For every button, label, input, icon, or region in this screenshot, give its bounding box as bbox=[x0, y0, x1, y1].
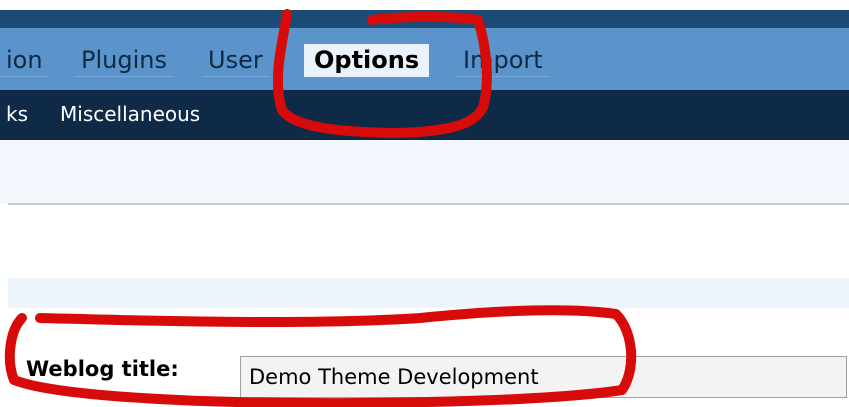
page-header-band bbox=[0, 140, 849, 204]
secondary-nav: ks Miscellaneous bbox=[0, 90, 849, 140]
tab-import[interactable]: Import bbox=[457, 44, 549, 77]
tab-users[interactable]: User bbox=[202, 44, 269, 77]
tab-presentation[interactable]: ion bbox=[0, 44, 49, 77]
tab-options[interactable]: Options bbox=[304, 44, 430, 77]
weblog-title-label: Weblog title: bbox=[26, 357, 179, 381]
tab-plugins[interactable]: Plugins bbox=[75, 44, 173, 77]
divider bbox=[8, 203, 849, 205]
subnav-item-permalinks[interactable]: ks bbox=[6, 100, 28, 128]
admin-page: ion Plugins User Options Import ks Misce… bbox=[0, 0, 849, 407]
subnav-item-miscellaneous[interactable]: Miscellaneous bbox=[60, 100, 200, 128]
form-section-strip bbox=[8, 278, 849, 308]
top-strip bbox=[0, 0, 849, 10]
weblog-title-input[interactable] bbox=[240, 356, 847, 398]
primary-nav: ion Plugins User Options Import bbox=[0, 28, 849, 90]
header-bar bbox=[0, 10, 849, 28]
